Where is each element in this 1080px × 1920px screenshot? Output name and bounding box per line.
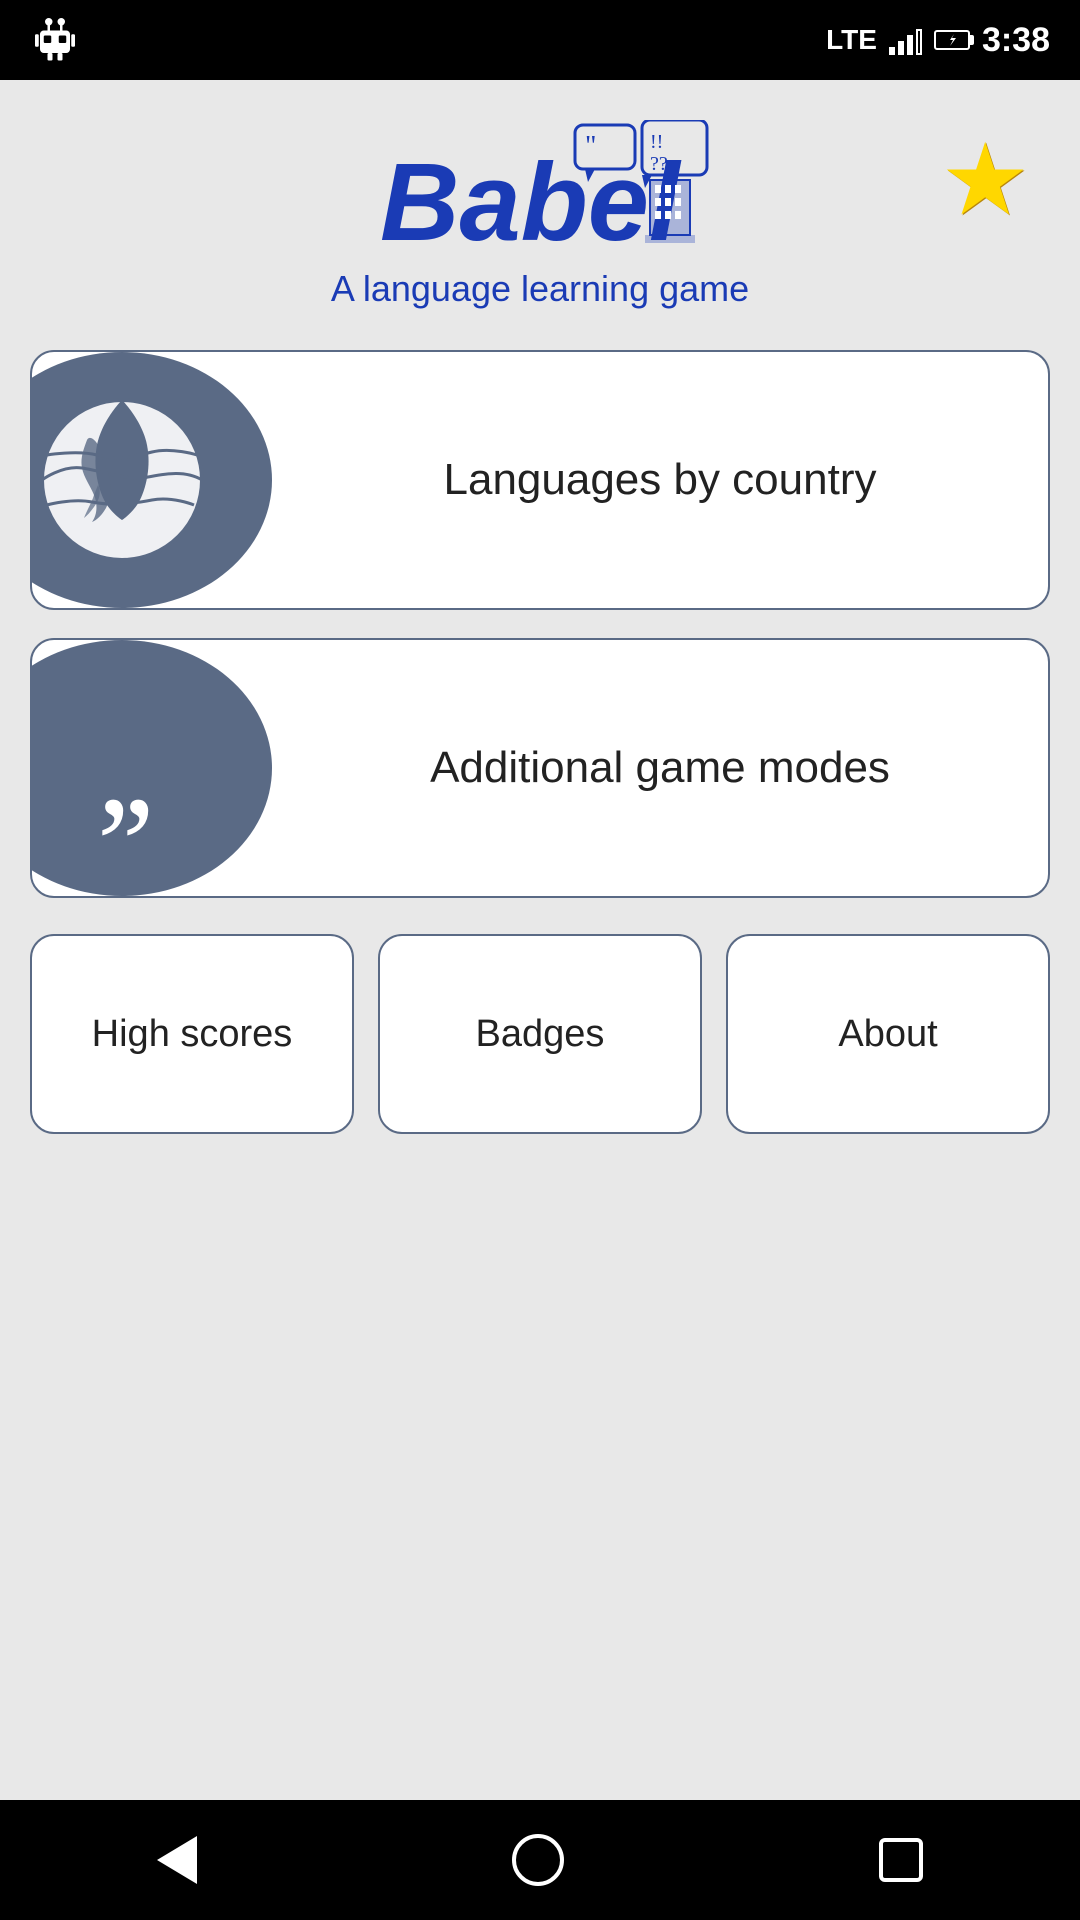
battery-icon — [934, 30, 970, 50]
status-icons: LTE 3:38 — [826, 21, 1050, 60]
robot-icon — [30, 13, 80, 63]
notification-area — [30, 13, 80, 68]
recents-button[interactable] — [879, 1838, 923, 1882]
star-icon: ★ — [940, 124, 1030, 236]
globe-icon — [32, 390, 212, 570]
lte-indicator: LTE — [826, 24, 877, 56]
home-button[interactable] — [512, 1834, 564, 1886]
back-icon — [157, 1836, 197, 1884]
recents-icon — [879, 1838, 923, 1882]
quote-marks-icon: ,, — [97, 712, 147, 824]
badges-button[interactable]: Badges — [378, 934, 702, 1134]
additional-game-modes-label: Additional game modes — [272, 640, 1048, 896]
app-header: " !! ?? Babel — [30, 120, 1050, 310]
about-button[interactable]: About — [726, 934, 1050, 1134]
additional-game-modes-button[interactable]: ,, Additional game modes — [30, 638, 1050, 898]
high-scores-button[interactable]: High scores — [30, 934, 354, 1134]
svg-text:Babel: Babel — [380, 141, 682, 260]
languages-by-country-label: Languages by country — [272, 352, 1048, 608]
back-button[interactable] — [157, 1836, 197, 1884]
globe-icon-container — [30, 352, 272, 608]
logo-container: " !! ?? Babel — [331, 120, 749, 310]
babel-logo: " !! ?? Babel — [370, 120, 710, 260]
signal-icon — [889, 25, 922, 55]
app-subtitle: A language learning game — [331, 268, 749, 310]
languages-by-country-button[interactable]: Languages by country — [30, 350, 1050, 610]
home-icon — [512, 1834, 564, 1886]
nav-bar — [0, 1800, 1080, 1920]
status-bar: LTE 3:38 — [0, 0, 1080, 80]
bottom-buttons: High scores Badges About — [30, 934, 1050, 1134]
quote-icon-container: ,, — [30, 640, 272, 896]
favorites-button[interactable]: ★ — [940, 130, 1030, 230]
menu-buttons: Languages by country ,, Additional game … — [30, 350, 1050, 898]
clock: 3:38 — [982, 21, 1050, 60]
main-content: " !! ?? Babel — [0, 80, 1080, 1800]
